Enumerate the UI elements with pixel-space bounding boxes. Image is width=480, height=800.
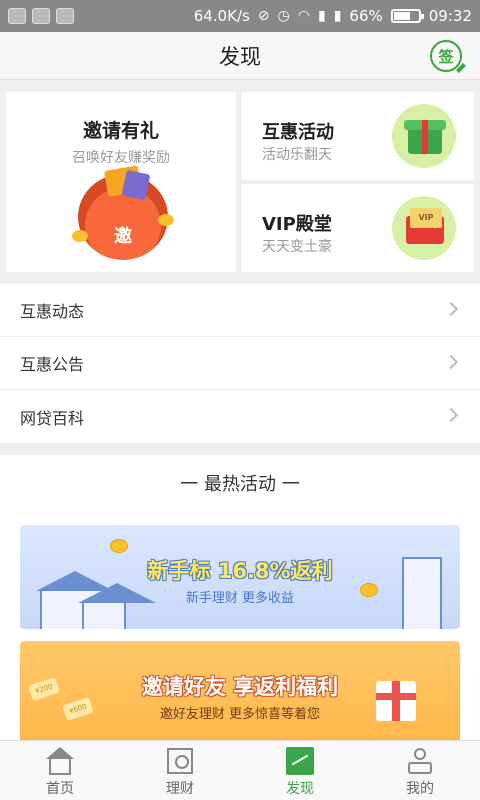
gift-box-icon xyxy=(392,104,456,168)
alarm-icon: ◷ xyxy=(277,8,290,24)
coin-icon xyxy=(110,539,128,553)
mutual-card-subtitle: 活动乐翻天 xyxy=(262,147,332,163)
invite-art-label: 邀 xyxy=(114,226,132,247)
notification-icon xyxy=(8,8,26,24)
list-item-p2p-wiki[interactable]: 网贷百科 xyxy=(0,390,480,443)
signin-button[interactable]: 签 xyxy=(430,40,466,73)
banner-headline: 新手标 16.8%返利 xyxy=(147,559,333,583)
chevron-right-icon xyxy=(443,407,459,423)
list-item-label: 网贷百科 xyxy=(20,408,85,428)
nav-label: 发现 xyxy=(286,781,314,797)
notification-icon xyxy=(32,8,50,24)
invite-card[interactable]: 邀请有礼 召唤好友赚奖励 邀 xyxy=(6,92,236,272)
nav-home[interactable]: 首页 xyxy=(0,741,120,800)
bottom-navigation: 首页 理财 发现 我的 xyxy=(0,740,480,800)
nav-label: 我的 xyxy=(406,781,434,797)
vip-card-subtitle: 天天变土豪 xyxy=(262,239,332,255)
battery-fill xyxy=(393,12,410,20)
mutual-card-title: 互惠活动 xyxy=(262,122,334,143)
wifi-icon: ◠ xyxy=(297,8,310,24)
battery-icon xyxy=(390,9,424,23)
notification-icon xyxy=(56,8,74,24)
status-bar: 64.0K/s ⊘ ◷ ◠ ▮ ▮ 66% 09:32 xyxy=(0,0,480,32)
chevron-right-icon xyxy=(443,354,459,370)
nav-label: 理财 xyxy=(166,781,194,797)
title-bar: 发现 签 xyxy=(0,32,480,80)
pen-icon xyxy=(456,63,466,73)
mute-icon: ⊘ xyxy=(257,8,270,24)
signal-icon: ▮ xyxy=(333,8,342,24)
vip-envelope-icon: VIP xyxy=(392,196,456,260)
battery-percent: 66% xyxy=(349,7,383,25)
vip-card-title: VIP殿堂 xyxy=(262,214,332,235)
invite-card-subtitle: 召唤好友赚奖励 xyxy=(72,150,170,166)
nav-finance[interactable]: 理财 xyxy=(120,741,240,800)
list-item-label: 互惠动态 xyxy=(20,302,85,321)
network-speed: 64.0K/s xyxy=(193,7,250,25)
vip-card[interactable]: VIP殿堂 天天变土豪 VIP xyxy=(242,184,474,272)
profile-icon xyxy=(406,747,434,775)
vip-art-label: VIP xyxy=(410,208,442,228)
envelope-icon xyxy=(121,169,151,201)
signin-label: 签 xyxy=(438,47,454,66)
discover-icon xyxy=(286,747,314,775)
nav-label: 首页 xyxy=(46,781,74,797)
gift-icon xyxy=(376,681,416,721)
hot-activities-section: 一 最热活动 一 新手标 16.8%返利 新手理财 更多收益 ¥200 ¥600… xyxy=(0,455,480,740)
signal-icon: ▮ xyxy=(317,8,326,24)
clock: 09:32 xyxy=(428,7,472,25)
notification-icons xyxy=(8,8,74,24)
nav-discover[interactable]: 发现 xyxy=(240,741,360,800)
red-envelope-icon: 邀 xyxy=(72,165,174,260)
section-title: 一 最热活动 一 xyxy=(180,474,300,495)
newbie-banner[interactable]: 新手标 16.8%返利 新手理财 更多收益 xyxy=(20,525,460,629)
chevron-right-icon xyxy=(443,301,459,317)
nav-profile[interactable]: 我的 xyxy=(360,741,480,800)
list-item-mutual-news[interactable]: 互惠动态 xyxy=(0,284,480,337)
discover-list: 互惠动态 互惠公告 网贷百科 xyxy=(0,284,480,443)
list-item-label: 互惠公告 xyxy=(20,355,85,374)
banner-tagline: 新手理财 更多收益 xyxy=(185,591,295,606)
mutual-activity-card[interactable]: 互惠活动 活动乐翻天 xyxy=(242,92,474,180)
list-item-mutual-notice[interactable]: 互惠公告 xyxy=(0,337,480,390)
invite-friends-banner[interactable]: ¥200 ¥600 邀请好友 享返利福利 邀好友理财 更多惊喜等着您 xyxy=(20,641,460,740)
page-title: 发现 xyxy=(219,44,261,69)
home-icon xyxy=(46,747,74,775)
invite-card-title: 邀请有礼 xyxy=(82,120,159,142)
finance-icon xyxy=(166,747,194,775)
